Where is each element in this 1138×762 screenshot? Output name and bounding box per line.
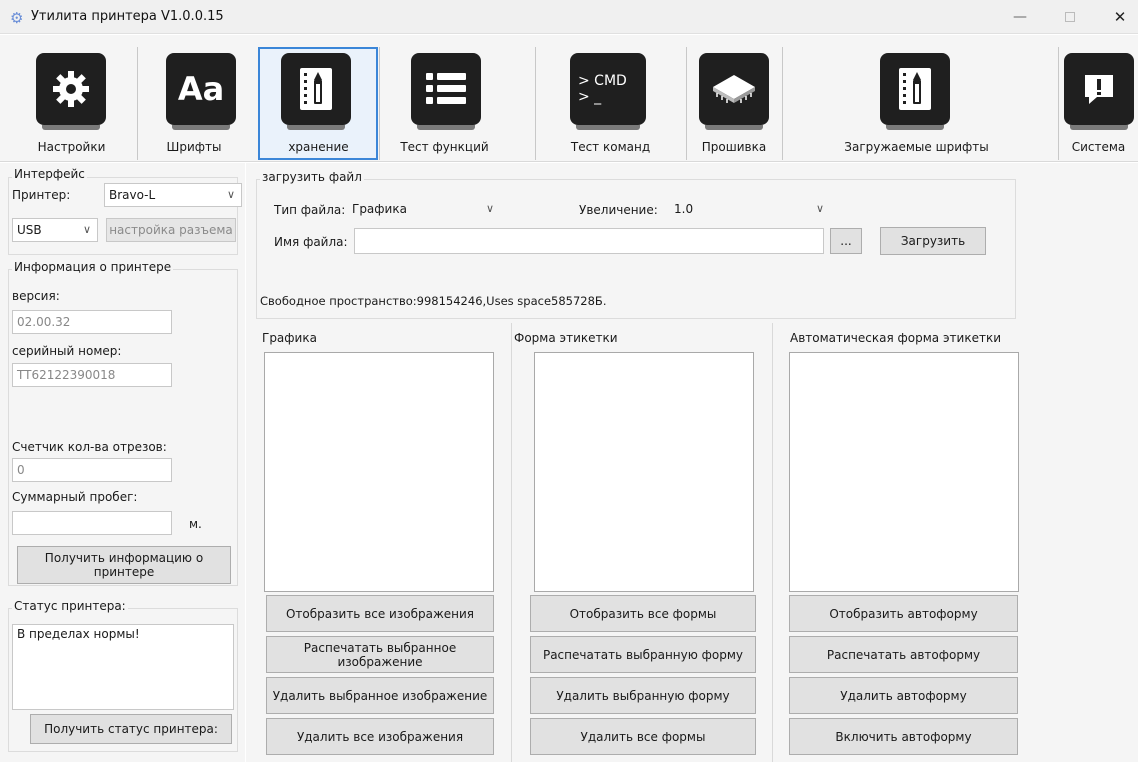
delete-auto-form-button[interactable]: Удалить автоформу	[789, 677, 1018, 714]
printer-select[interactable]: Bravo-L ∨	[104, 183, 242, 207]
enable-auto-form-button[interactable]: Включить автоформу	[789, 718, 1018, 755]
tool-command-test[interactable]: > CMD > _ Тест команд	[535, 47, 685, 160]
maximize-button[interactable]	[1050, 4, 1090, 30]
status-text: В пределах нормы!	[12, 624, 234, 710]
maximize-icon	[1065, 12, 1075, 22]
font-icon: Aa	[166, 53, 236, 130]
mileage-label: Суммарный пробег:	[12, 490, 138, 504]
column-divider	[772, 323, 773, 762]
cut-counter-label: Счетчик кол-ва отрезов:	[12, 440, 167, 454]
tool-label: Настройки	[37, 140, 106, 154]
tool-storage[interactable]: хранение	[258, 47, 378, 160]
close-button[interactable]: ✕	[1100, 4, 1138, 30]
free-space-text: Свободное пространство:998154246,Uses sp…	[260, 294, 607, 308]
zoom-label: Увеличение:	[579, 203, 658, 217]
printer-value: Bravo-L	[109, 188, 156, 202]
show-all-forms-button[interactable]: Отобразить все формы	[530, 595, 756, 632]
auto-label-form-list[interactable]	[789, 352, 1019, 592]
title-bar: ⚙ Утилита принтера V1.0.0.15 — ✕	[0, 0, 1138, 34]
tool-label: Система	[1071, 140, 1126, 154]
delete-all-images-button[interactable]: Удалить все изображения	[266, 718, 494, 755]
status-title: Статус принтера:	[12, 599, 128, 613]
browse-button[interactable]: ...	[830, 228, 862, 254]
printer-label: Принтер:	[12, 188, 71, 202]
serial-label: серийный номер:	[12, 344, 122, 358]
toolbar: Настройки Aa Шрифты хранение Тест функци…	[0, 35, 1138, 162]
alert-icon	[1064, 53, 1134, 130]
print-selected-form-button[interactable]: Распечатать выбранную форму	[530, 636, 756, 673]
get-info-button[interactable]: Получить информацию о принтере	[17, 546, 231, 584]
port-select[interactable]: USB ∨	[12, 218, 98, 242]
port-settings-button[interactable]: настройка разъема	[106, 218, 236, 242]
chevron-down-icon: ∨	[485, 202, 494, 215]
mileage-unit: м.	[189, 517, 202, 531]
tool-function-test[interactable]: Тест функций	[379, 47, 509, 160]
show-all-images-button[interactable]: Отобразить все изображения	[266, 595, 494, 632]
chevron-down-icon: ∨	[815, 202, 824, 215]
print-auto-form-button[interactable]: Распечатать автоформу	[789, 636, 1018, 673]
load-button[interactable]: Загрузить	[880, 227, 986, 255]
tool-system[interactable]: Система	[1058, 47, 1138, 160]
printer-info-title: Информация о принтере	[12, 260, 174, 274]
tool-label: Тест команд	[570, 140, 651, 154]
storage-icon	[880, 53, 950, 130]
app-gear-icon: ⚙	[10, 9, 24, 27]
version-label: версия:	[12, 289, 60, 303]
zoom-select[interactable]: 1.0 ∨	[670, 198, 830, 222]
file-type-label: Тип файла:	[274, 203, 346, 217]
graphics-list[interactable]	[264, 352, 494, 592]
file-type-value: Графика	[352, 202, 407, 216]
cut-counter-field[interactable]: 0	[12, 458, 172, 482]
list-icon	[411, 53, 481, 130]
tool-label: Тест функций	[400, 140, 489, 154]
storage-panel: загрузить файл Тип файла: Графика ∨ Увели…	[246, 163, 1138, 762]
tool-label: Прошивка	[701, 140, 767, 154]
serial-field[interactable]: TT62122390018	[12, 363, 172, 387]
gear-icon	[36, 53, 106, 130]
chevron-down-icon: ∨	[82, 223, 91, 236]
version-field[interactable]: 02.00.32	[12, 310, 172, 334]
storage-icon	[281, 53, 351, 130]
window-title: Утилита принтера V1.0.0.15	[31, 9, 224, 24]
tool-label: Загружаемые шрифты	[844, 140, 989, 154]
file-type-select[interactable]: Графика ∨	[348, 198, 500, 222]
graphics-title: Графика	[262, 331, 317, 345]
label-form-title: Форма этикетки	[514, 331, 618, 345]
tool-downloadable-fonts[interactable]: Загружаемые шрифты	[782, 47, 1050, 160]
delete-selected-form-button[interactable]: Удалить выбранную форму	[530, 677, 756, 714]
delete-all-forms-button[interactable]: Удалить все формы	[530, 718, 756, 755]
left-panel: Интерфейс Принтер: Bravo-L ∨ USB ∨ настрой…	[0, 163, 245, 762]
show-auto-form-button[interactable]: Отобразить автоформу	[789, 595, 1018, 632]
chevron-down-icon: ∨	[226, 188, 235, 201]
tool-label: хранение	[288, 140, 349, 154]
auto-label-form-title: Автоматическая форма этикетки	[790, 331, 1001, 345]
get-status-button[interactable]: Получить статус принтера:	[30, 714, 232, 744]
cmd-icon: > CMD > _	[570, 53, 646, 130]
mileage-field[interactable]	[12, 511, 172, 535]
minimize-button[interactable]: —	[1000, 4, 1040, 30]
delete-selected-image-button[interactable]: Удалить выбранное изображение	[266, 677, 494, 714]
tool-firmware[interactable]: Прошивка	[686, 47, 781, 160]
tool-settings[interactable]: Настройки	[8, 47, 135, 160]
label-form-list[interactable]	[534, 352, 754, 592]
tool-fonts[interactable]: Aa Шрифты	[137, 47, 250, 160]
file-name-label: Имя файла:	[274, 235, 348, 249]
chip-icon	[699, 53, 769, 130]
tool-label: Шрифты	[166, 140, 222, 154]
column-divider	[511, 323, 512, 762]
port-value: USB	[17, 223, 42, 237]
interface-title: Интерфейс	[12, 167, 87, 181]
file-name-input[interactable]	[354, 228, 824, 254]
zoom-value: 1.0	[674, 202, 694, 216]
upload-title: загрузить файл	[260, 170, 364, 184]
print-selected-image-button[interactable]: Распечатать выбранное изображение	[266, 636, 494, 673]
